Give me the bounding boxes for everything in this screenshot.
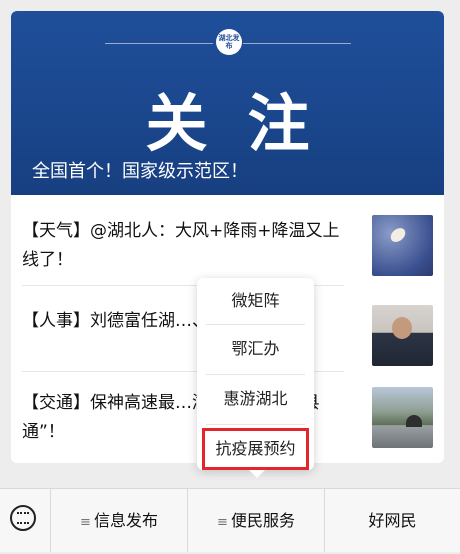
hubei-fabu-logo: 湖北发布	[216, 29, 242, 55]
article-title: 【天气】@湖北人：大风+降雨+降温又上线了！	[22, 221, 340, 270]
menu-list-icon: ≡	[80, 515, 91, 530]
keyboard-icon[interactable]	[10, 505, 36, 531]
menu-divider	[206, 324, 305, 325]
menu-divider	[206, 424, 305, 425]
tab-label: 信息发布	[93, 511, 158, 530]
tunnel-image	[406, 415, 422, 427]
banner-divider-right	[243, 43, 351, 44]
banner[interactable]: 湖北发布 关注 全国首个！国家级示范区！	[11, 11, 444, 195]
tab-convenience-services[interactable]: ≡ 便民服务	[188, 489, 324, 552]
banner-divider-left	[105, 43, 213, 44]
weather-thumbnail	[372, 215, 433, 276]
banner-subtitle: 全国首个！国家级示范区！	[32, 161, 248, 182]
menu-item-hui-you-hubei[interactable]: 惠游湖北	[206, 378, 305, 420]
official-portrait-thumbnail	[372, 305, 433, 366]
portrait-head	[392, 317, 412, 339]
tab-label: 便民服务	[230, 511, 295, 530]
menu-list-icon: ≡	[217, 515, 228, 530]
menu-item-wei-ju-zhen[interactable]: 微矩阵	[206, 280, 305, 322]
menu-divider	[206, 374, 305, 375]
banner-title: 关注	[145, 87, 350, 160]
tab-info-release[interactable]: ≡ 信息发布	[51, 489, 187, 552]
menu-item-e-hui-ban[interactable]: 鄂汇办	[206, 328, 305, 370]
bottom-menu-bar: ≡ 信息发布 ≡ 便民服务 好网民	[0, 488, 460, 552]
highway-tunnel-thumbnail	[372, 387, 433, 448]
tab-label: 好网民	[368, 511, 417, 530]
leaf-image	[388, 226, 408, 244]
menu-item-epidemic-exhibition-booking[interactable]: 抗疫展预约	[202, 428, 309, 470]
tab-good-netizen[interactable]: 好网民	[325, 489, 460, 552]
service-popup-menu: 微矩阵 鄂汇办 惠游湖北 抗疫展预约	[197, 278, 314, 478]
